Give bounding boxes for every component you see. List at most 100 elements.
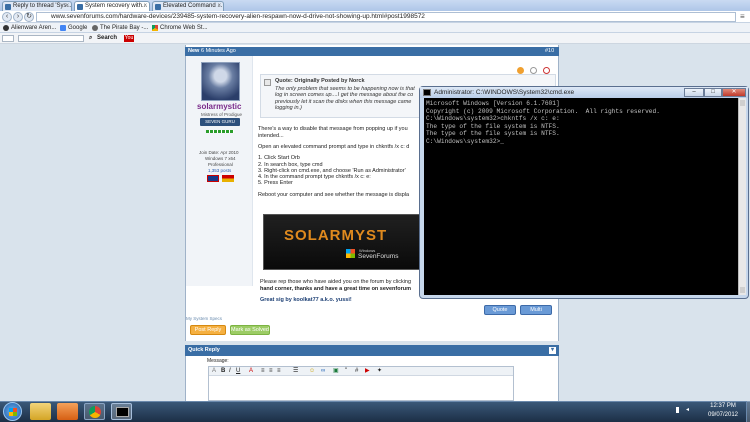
youtube-button[interactable]: You bbox=[124, 35, 134, 42]
search-icon[interactable]: ⌕ bbox=[89, 33, 92, 44]
signature-banner-text: SOLARMYST bbox=[284, 227, 388, 244]
align-left-icon[interactable]: ≡ bbox=[261, 367, 265, 376]
scroll-up-icon[interactable] bbox=[740, 100, 745, 106]
wrench-menu-icon[interactable]: ≡ bbox=[740, 13, 748, 21]
user-title: Mistress of Prodigue bbox=[201, 112, 243, 117]
post-time: 6 Minutes Ago bbox=[201, 48, 236, 54]
console-line: The type of the file system is NTFS. bbox=[426, 122, 560, 130]
bookmark-alienware[interactable]: Alienware Aren... bbox=[11, 23, 56, 33]
smiley-icon[interactable]: ☺ bbox=[309, 367, 315, 376]
signature-banner-brand: SevenForums bbox=[358, 253, 399, 260]
warning-icon[interactable] bbox=[543, 67, 550, 74]
multi-quote-button[interactable]: Multi bbox=[520, 305, 552, 315]
search-toolbar: ⌕ Search You bbox=[0, 33, 750, 44]
cmd-taskbar-icon[interactable] bbox=[111, 403, 132, 420]
reload-icon[interactable]: ↻ bbox=[24, 12, 34, 22]
toolbar-logo bbox=[2, 35, 14, 42]
quote-icon bbox=[264, 79, 271, 86]
font-icon[interactable]: A bbox=[212, 367, 216, 376]
sevenforums-favicon-icon bbox=[155, 4, 161, 10]
editor-toolbar: A B I U A ≡ ≡ ≡ ☰ ☺ ∞ ▣ " # ▶ ✦ bbox=[209, 367, 513, 376]
forward-icon[interactable]: › bbox=[13, 12, 23, 22]
align-center-icon[interactable]: ≡ bbox=[269, 367, 273, 376]
spoiler-icon[interactable]: ✦ bbox=[377, 367, 382, 376]
image-icon[interactable]: ▣ bbox=[333, 367, 339, 376]
signature-banner[interactable]: SOLARMYST Windows SevenForums bbox=[263, 214, 423, 270]
quote-button[interactable]: Quote bbox=[484, 305, 516, 315]
step-item: 5. Press Enter bbox=[258, 180, 293, 186]
bookmark-pirate-bay[interactable]: The Pirate Bay -... bbox=[100, 23, 148, 33]
sevenforums-favicon-icon bbox=[77, 4, 83, 10]
youtube-insert-icon[interactable]: ▶ bbox=[365, 367, 370, 376]
bookmark-chrome-web-store[interactable]: Chrome Web St... bbox=[160, 23, 208, 33]
scroll-down-icon[interactable] bbox=[740, 287, 745, 293]
signature-credit: Great sig by koolkat77 a.k.o. yussi! bbox=[260, 297, 352, 303]
step-item: 1. Click Start Orb bbox=[258, 155, 300, 161]
alienware-icon bbox=[3, 25, 9, 31]
console-line: Copyright (c) 2009 Microsoft Corporation… bbox=[426, 107, 660, 115]
chrome-web-store-icon bbox=[152, 25, 158, 31]
toolbar-search-input[interactable] bbox=[18, 35, 84, 42]
os-info: Windows 7 x64 bbox=[205, 156, 236, 161]
google-icon bbox=[60, 25, 66, 31]
post-text: intended... bbox=[258, 133, 284, 139]
close-tab-icon[interactable]: × bbox=[65, 2, 69, 11]
code-icon[interactable]: # bbox=[355, 367, 358, 376]
reputation-icon[interactable] bbox=[517, 67, 524, 74]
close-tab-icon[interactable]: × bbox=[143, 2, 147, 11]
media-player-taskbar-icon[interactable] bbox=[57, 403, 78, 420]
signature-text: hand corner, thanks and have a great tim… bbox=[260, 286, 411, 292]
system-specs-link[interactable]: My System Specs bbox=[186, 316, 222, 321]
quote-insert-icon[interactable]: " bbox=[345, 367, 347, 376]
mark-solved-button[interactable]: Mark as Solved bbox=[230, 325, 270, 335]
address-bar[interactable]: www.sevenforums.com/hardware-devices/239… bbox=[36, 12, 736, 22]
new-badge: New bbox=[188, 48, 200, 54]
console-line: The type of the file system is NTFS. bbox=[426, 130, 560, 138]
clock[interactable]: 12:37 PM 09/07/2012 bbox=[700, 402, 746, 421]
bookmarks-bar: Alienware Aren... Google The Pirate Bay … bbox=[0, 23, 750, 33]
link-icon[interactable]: ∞ bbox=[321, 367, 325, 376]
bookmark-google[interactable]: Google bbox=[68, 23, 87, 33]
username[interactable]: solarmystic bbox=[197, 102, 241, 111]
post-reply-button[interactable]: Post Reply bbox=[190, 325, 226, 335]
search-button[interactable]: Search bbox=[97, 33, 117, 44]
console-line: C:\Windows\system32>_ bbox=[426, 137, 504, 145]
tab-label: System recovery with... bbox=[85, 3, 148, 9]
tab-elevated-command[interactable]: Elevated Command ... × bbox=[152, 1, 224, 11]
explorer-taskbar-icon[interactable] bbox=[30, 403, 51, 420]
cmd-scrollbar[interactable] bbox=[738, 98, 746, 295]
start-orb[interactable] bbox=[3, 402, 22, 421]
pirate-bay-icon bbox=[92, 25, 98, 31]
close-button[interactable]: ✕ bbox=[722, 88, 746, 97]
post-text: Open an elevated command prompt and type… bbox=[258, 144, 410, 150]
post-count[interactable]: 1,353 posts bbox=[208, 168, 231, 173]
volume-icon[interactable]: ◂ bbox=[686, 407, 694, 413]
avatar[interactable] bbox=[201, 62, 240, 101]
signature-text: Please rep those who have aided you on t… bbox=[260, 279, 412, 285]
tab-system-recovery[interactable]: System recovery with... × bbox=[74, 1, 150, 11]
post-number[interactable]: #10 bbox=[545, 47, 554, 56]
uk-flag-icon bbox=[207, 175, 219, 182]
tab-reply-to-thread[interactable]: Reply to thread 'Sys... × bbox=[2, 1, 72, 11]
tab-label: Elevated Command ... bbox=[163, 3, 223, 9]
windows-logo-icon bbox=[9, 408, 17, 416]
close-tab-icon[interactable]: × bbox=[217, 2, 221, 11]
maximize-button[interactable]: □ bbox=[704, 88, 722, 97]
cmd-console[interactable]: Microsoft Windows [Version 6.1.7601] Copy… bbox=[424, 98, 738, 295]
chrome-taskbar-icon[interactable] bbox=[84, 403, 105, 420]
list-icon[interactable]: ☰ bbox=[293, 367, 298, 376]
signal-icon[interactable] bbox=[676, 407, 682, 413]
collapse-icon[interactable]: ▾ bbox=[549, 347, 556, 354]
url-text: www.sevenforums.com/hardware-devices/239… bbox=[51, 13, 425, 20]
report-icon[interactable] bbox=[530, 67, 537, 74]
underline-icon[interactable]: U bbox=[236, 367, 240, 376]
italic-icon[interactable]: I bbox=[229, 367, 231, 376]
os-edition: Professional bbox=[208, 162, 233, 167]
spain-flag-icon bbox=[222, 175, 234, 182]
align-right-icon[interactable]: ≡ bbox=[277, 367, 281, 376]
show-desktop-button[interactable] bbox=[746, 401, 750, 422]
bold-icon[interactable]: B bbox=[221, 367, 225, 376]
back-icon[interactable]: ‹ bbox=[2, 12, 12, 22]
text-color-icon[interactable]: A bbox=[249, 367, 253, 376]
minimize-button[interactable]: – bbox=[684, 88, 704, 97]
